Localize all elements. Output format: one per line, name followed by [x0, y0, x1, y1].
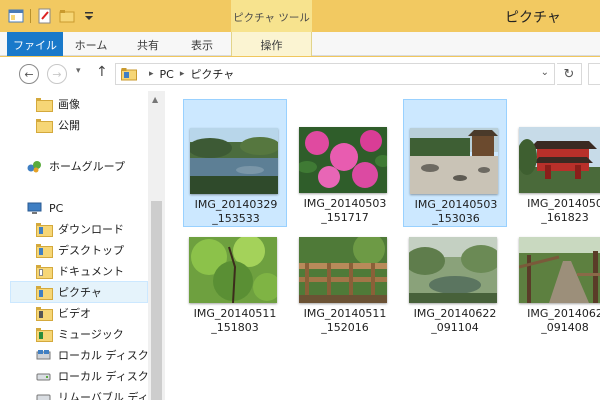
file-name: IMG_20140329 _153533: [194, 198, 278, 225]
file-name: IMG_20140622 _091104: [413, 307, 497, 334]
recent-locations-dropdown-icon[interactable]: ▾: [76, 66, 81, 76]
folder-icon: [36, 119, 53, 133]
forward-button[interactable]: →: [47, 64, 67, 84]
nav-item-public[interactable]: 公開: [36, 114, 80, 136]
documents-folder-icon: [36, 265, 53, 279]
homegroup-icon: [27, 160, 42, 173]
toolbar-separator: [30, 9, 31, 23]
removable-disk-icon: [36, 391, 51, 400]
title-bar: ピクチャ ツール ピクチャ: [0, 0, 600, 32]
nav-item-label: ダウンロード: [58, 223, 124, 236]
file-item[interactable]: IMG_20140503 _151717: [293, 99, 397, 227]
search-box[interactable]: [588, 63, 600, 85]
back-button[interactable]: ←: [19, 64, 39, 84]
contextual-tab-group-label: ピクチャ ツール: [231, 0, 312, 32]
thumbnail-forest-path: [519, 237, 600, 303]
nav-item-label: 画像: [58, 98, 80, 111]
desktop-folder-icon: [36, 244, 53, 258]
quick-access-toolbar: [8, 8, 97, 24]
tab-file[interactable]: ファイル: [7, 32, 63, 56]
nav-item-pictures[interactable]: ピクチャ: [10, 281, 148, 303]
thumbnail-misty-pond: [409, 237, 497, 303]
file-name: IMG_20140503 _153036: [414, 198, 498, 225]
pictures-folder-icon: [36, 286, 53, 300]
arrow-left-icon: ←: [24, 67, 34, 81]
breadcrumb-pc[interactable]: PC: [160, 68, 174, 81]
nav-item-downloads[interactable]: ダウンロード: [36, 218, 124, 240]
navigation-bar: ← → ▾ ↑ ▸ PC ▸ ピクチャ ⌄ ↻: [0, 57, 600, 91]
file-name: IMG_20140511 _152016: [303, 307, 387, 334]
file-name: IMG_2014062 _091408: [527, 307, 600, 334]
ribbon-tab-bar: ファイル ホーム 共有 表示 操作: [0, 32, 600, 56]
nav-item-local-disk-c[interactable]: ローカル ディスク (C: [36, 344, 164, 366]
navigation-pane: 画像 公開 ホームグループ PC ダウンロード デスクトップ ドキュメント ピク…: [0, 91, 171, 400]
nav-item-label: ドキュメント: [58, 265, 124, 278]
thumbnail-pond-landscape: [190, 128, 278, 194]
chevron-right-icon[interactable]: ▸: [180, 69, 185, 79]
file-item[interactable]: IMG_20140511 _152016: [293, 231, 397, 359]
file-name: IMG_2014050 _161823: [527, 197, 600, 224]
tab-share[interactable]: 共有: [124, 32, 172, 56]
file-item[interactable]: IMG_2014062 _091408: [513, 231, 600, 359]
thumbnail-green-canopy: [189, 237, 277, 303]
nav-item-desktop[interactable]: デスクトップ: [36, 239, 124, 261]
nav-pane-scrollbar[interactable]: ▲: [148, 91, 165, 400]
nav-item-music[interactable]: ミュージック: [36, 323, 124, 345]
thumbnail-wooden-bridge: [299, 237, 387, 303]
thumbnail-red-temple: [519, 127, 600, 193]
file-item[interactable]: IMG_20140503 _153036: [403, 99, 507, 227]
address-history-dropdown-icon[interactable]: ⌄: [541, 67, 549, 78]
nav-item-label: ホームグループ: [49, 160, 126, 173]
music-folder-icon: [36, 328, 53, 342]
file-name: IMG_20140503 _151717: [303, 197, 387, 224]
nav-item-label: ビデオ: [58, 307, 91, 320]
nav-item-label: デスクトップ: [58, 244, 124, 257]
pictures-location-icon: [121, 67, 137, 81]
folder-icon: [36, 98, 53, 112]
nav-item-images[interactable]: 画像: [36, 93, 80, 115]
nav-item-label: 公開: [58, 119, 80, 132]
file-item[interactable]: IMG_20140329 _153533: [183, 99, 287, 227]
file-name: IMG_20140511 _151803: [193, 307, 277, 334]
disk-drive-icon: [36, 370, 51, 383]
scroll-up-icon[interactable]: ▲: [152, 95, 158, 104]
refresh-button[interactable]: ↻: [557, 63, 582, 85]
new-folder-icon[interactable]: [59, 8, 75, 24]
tab-manage[interactable]: 操作: [231, 32, 312, 56]
nav-item-pc[interactable]: PC: [27, 197, 63, 219]
nav-item-videos[interactable]: ビデオ: [36, 302, 91, 324]
thumbnail-rock-garden: [410, 128, 498, 194]
file-item[interactable]: IMG_2014050 _161823: [513, 99, 600, 227]
nav-item-local-disk-e[interactable]: ローカル ディスク (E: [36, 365, 163, 387]
up-arrow-icon[interactable]: ↑: [96, 64, 108, 80]
file-item[interactable]: IMG_20140511 _151803: [183, 231, 287, 359]
videos-folder-icon: [36, 307, 53, 321]
nav-item-label: PC: [49, 201, 64, 215]
file-list-view: IMG_20140329 _153533 IMG_20140503 _151717: [165, 91, 600, 400]
nav-item-label: ミュージック: [58, 328, 124, 341]
chevron-right-icon[interactable]: ▸: [149, 69, 154, 79]
scrollbar-thumb[interactable]: [151, 201, 162, 400]
tab-home[interactable]: ホーム: [66, 32, 116, 56]
local-disk-icon: [36, 349, 51, 362]
customize-toolbar-icon[interactable]: [81, 8, 97, 24]
nav-item-documents[interactable]: ドキュメント: [36, 260, 124, 282]
computer-icon: [27, 202, 42, 215]
explorer-window-icon[interactable]: [8, 8, 24, 24]
downloads-folder-icon: [36, 223, 53, 237]
nav-item-label: ピクチャ: [58, 286, 102, 299]
tab-view[interactable]: 表示: [178, 32, 226, 56]
file-item[interactable]: IMG_20140622 _091104: [403, 231, 507, 359]
address-bar[interactable]: ▸ PC ▸ ピクチャ ⌄: [115, 63, 555, 85]
thumbnail-pink-azaleas: [299, 127, 387, 193]
nav-item-homegroup[interactable]: ホームグループ: [27, 155, 125, 177]
window-title: ピクチャ: [505, 10, 561, 26]
refresh-icon: ↻: [563, 66, 575, 82]
arrow-right-icon: →: [52, 67, 62, 81]
breadcrumb-pictures[interactable]: ピクチャ: [190, 66, 234, 82]
properties-icon[interactable]: [37, 8, 53, 24]
